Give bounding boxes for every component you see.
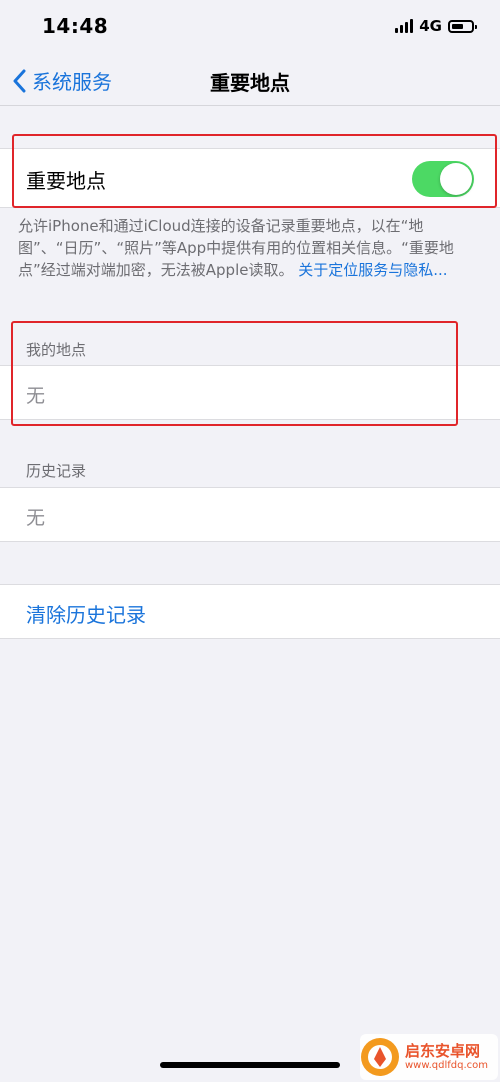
my-places-empty: 无 [26,385,46,407]
significant-locations-row: 重要地点 [0,148,500,208]
signal-bars-icon [395,19,414,33]
brand-logo-icon [361,1038,399,1076]
privacy-link[interactable]: 关于定位服务与隐私... [298,261,447,279]
back-button[interactable]: 系统服务 [12,66,112,95]
significant-locations-description: 允许iPhone和通过iCloud连接的设备记录重要地点，以在“地图”、“日历”… [18,215,482,281]
history-empty: 无 [26,507,46,529]
network-type: 4G [419,17,442,35]
navigation-bar: 系统服务 重要地点 [0,56,500,106]
significant-locations-label: 重要地点 [26,169,106,193]
clear-history-button[interactable]: 清除历史记录 [26,599,146,628]
my-places-section: 无 [0,365,500,420]
status-time: 14:48 [42,14,109,38]
significant-locations-toggle[interactable] [412,161,474,197]
toggle-knob [440,163,472,195]
back-button-label: 系统服务 [32,70,112,94]
history-header: 历史记录 [26,462,87,480]
watermark-title: 启东安卓网 [405,1042,481,1061]
home-indicator[interactable] [160,1062,340,1068]
history-section: 无 [0,487,500,542]
battery-icon [448,19,477,33]
status-indicators: 4G [395,17,477,35]
status-bar: 14:48 4G [0,0,500,56]
watermark: 启东安卓网 www.qdlfdq.com [360,1034,498,1080]
clear-history-section: 清除历史记录 [0,584,500,639]
my-places-header: 我的地点 [26,341,87,359]
watermark-url: www.qdlfdq.com [405,1059,489,1071]
watermark-text: 启东安卓网 www.qdlfdq.com [405,1043,488,1071]
chevron-left-icon [13,69,26,92]
